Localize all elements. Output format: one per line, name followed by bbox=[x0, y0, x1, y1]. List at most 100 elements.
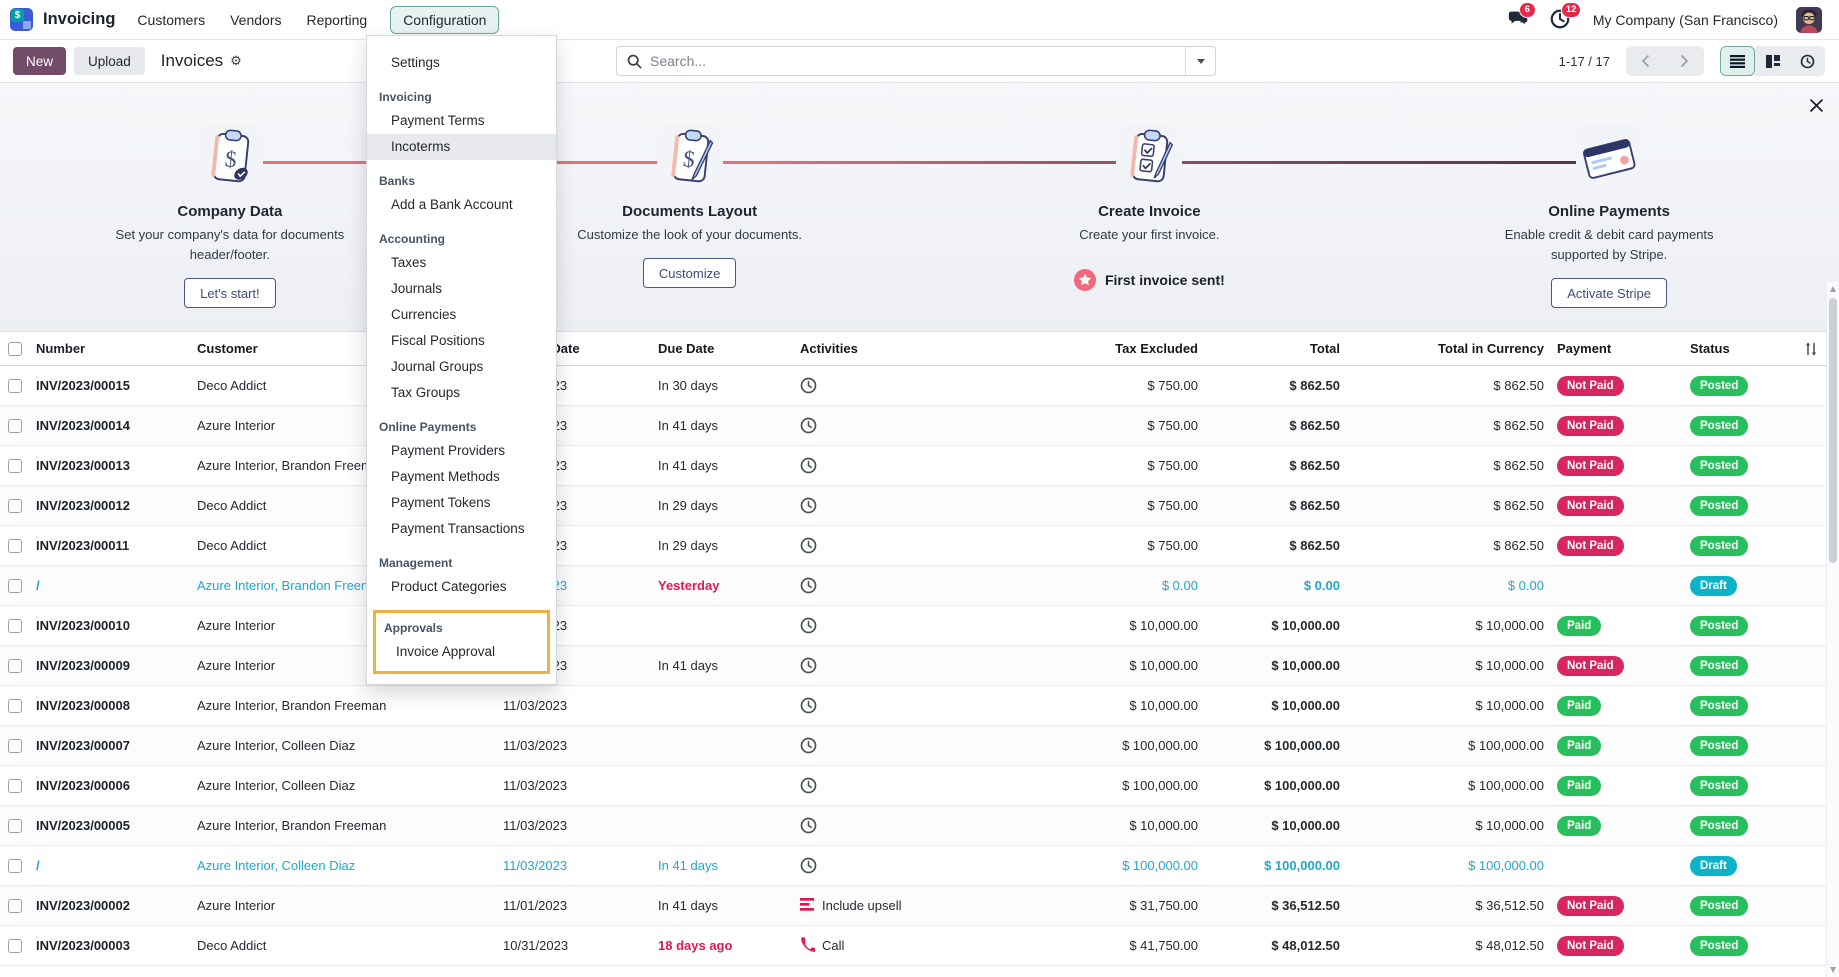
row-checkbox[interactable] bbox=[8, 939, 22, 953]
scrollbar-thumb[interactable] bbox=[1829, 298, 1837, 563]
invoice-row-inv-2023-00011[interactable]: INV/2023/00011Deco Addict11/03/2023In 29… bbox=[0, 526, 1839, 566]
column-header-number[interactable]: Number bbox=[30, 341, 190, 356]
activity-clock-icon[interactable] bbox=[800, 577, 817, 594]
invoice-row-inv-2023-00014[interactable]: INV/2023/00014Azure Interior11/03/2023In… bbox=[0, 406, 1839, 446]
nav-item-customers[interactable]: Customers bbox=[135, 7, 207, 33]
row-checkbox[interactable] bbox=[8, 379, 22, 393]
activity-upsell-icon[interactable] bbox=[800, 898, 815, 914]
row-checkbox[interactable] bbox=[8, 699, 22, 713]
column-header-payment[interactable]: Payment bbox=[1550, 341, 1685, 356]
user-avatar[interactable] bbox=[1796, 7, 1822, 33]
row-checkbox[interactable] bbox=[8, 659, 22, 673]
activity-clock-icon[interactable] bbox=[800, 537, 817, 554]
activity-clock-icon[interactable] bbox=[800, 377, 817, 394]
menu-item-payment-methods[interactable]: Payment Methods bbox=[367, 464, 556, 490]
messages-button[interactable]: 6 bbox=[1507, 8, 1531, 32]
invoice-row-inv-2023-00010[interactable]: INV/2023/00010Azure Interior11/03/2023$ … bbox=[0, 606, 1839, 646]
column-header-tax-excluded[interactable]: Tax Excluded bbox=[1010, 341, 1205, 356]
scroll-down-arrow[interactable] bbox=[1830, 967, 1836, 973]
row-checkbox[interactable] bbox=[8, 819, 22, 833]
activity-clock-icon[interactable] bbox=[800, 817, 817, 834]
column-header-due-date[interactable]: Due Date bbox=[600, 341, 750, 356]
menu-item-currencies[interactable]: Currencies bbox=[367, 302, 556, 328]
banner-close-button[interactable] bbox=[1806, 95, 1826, 115]
activity-clock-icon[interactable] bbox=[800, 497, 817, 514]
menu-item-payment-terms[interactable]: Payment Terms bbox=[367, 108, 556, 134]
invoicing-app-icon[interactable]: $ bbox=[10, 8, 33, 31]
invoice-row-inv-2023-00003[interactable]: INV/2023/00003Deco Addict10/31/202318 da… bbox=[0, 926, 1839, 966]
column-header-total-in-currency[interactable]: Total in Currency bbox=[1345, 341, 1550, 356]
menu-item-add-a-bank-account[interactable]: Add a Bank Account bbox=[367, 192, 556, 218]
row-checkbox[interactable] bbox=[8, 899, 22, 913]
pager-next-button[interactable] bbox=[1665, 46, 1704, 76]
online-payments-button[interactable]: Activate Stripe bbox=[1551, 278, 1667, 308]
kanban-view-button[interactable] bbox=[1755, 46, 1790, 76]
select-all-checkbox[interactable] bbox=[8, 342, 22, 356]
search-bar[interactable] bbox=[616, 46, 1216, 76]
activity-view-button[interactable] bbox=[1790, 46, 1825, 76]
scroll-up-arrow[interactable] bbox=[1830, 286, 1836, 292]
pager-previous-button[interactable] bbox=[1626, 46, 1665, 76]
activity-clock-icon[interactable] bbox=[800, 457, 817, 474]
invoice-row-inv-2023-00002[interactable]: INV/2023/00002Azure Interior11/01/2023In… bbox=[0, 886, 1839, 926]
invoice-row-inv-2023-00008[interactable]: INV/2023/00008Azure Interior, Brandon Fr… bbox=[0, 686, 1839, 726]
activity-clock-icon[interactable] bbox=[800, 617, 817, 634]
invoice-row-draft-12[interactable]: /Azure Interior, Colleen Diaz11/03/2023I… bbox=[0, 846, 1839, 886]
invoice-row-draft-5[interactable]: /Azure Interior, Brandon Freeman11/03/20… bbox=[0, 566, 1839, 606]
row-checkbox[interactable] bbox=[8, 779, 22, 793]
invoice-row-inv-2023-00005[interactable]: INV/2023/00005Azure Interior, Brandon Fr… bbox=[0, 806, 1839, 846]
menu-item-product-categories[interactable]: Product Categories bbox=[367, 574, 556, 600]
invoice-row-inv-2023-00007[interactable]: INV/2023/00007Azure Interior, Colleen Di… bbox=[0, 726, 1839, 766]
column-header-activities[interactable]: Activities bbox=[750, 341, 1010, 356]
activity-clock-icon[interactable] bbox=[800, 697, 817, 714]
menu-item-journal-groups[interactable]: Journal Groups bbox=[367, 354, 556, 380]
activity-clock-icon[interactable] bbox=[800, 657, 817, 674]
menu-item-fiscal-positions[interactable]: Fiscal Positions bbox=[367, 328, 556, 354]
upload-button[interactable]: Upload bbox=[74, 47, 145, 75]
menu-item-payment-transactions[interactable]: Payment Transactions bbox=[367, 516, 556, 542]
list-view-button[interactable] bbox=[1720, 46, 1755, 76]
menu-item-tax-groups[interactable]: Tax Groups bbox=[367, 380, 556, 406]
activities-button[interactable]: 12 bbox=[1549, 8, 1573, 32]
activity-clock-icon[interactable] bbox=[800, 417, 817, 434]
row-checkbox[interactable] bbox=[8, 739, 22, 753]
documents-layout-button[interactable]: Customize bbox=[643, 258, 736, 288]
vertical-scrollbar[interactable] bbox=[1826, 282, 1839, 977]
company-switcher[interactable]: My Company (San Francisco) bbox=[1593, 12, 1778, 28]
row-checkbox[interactable] bbox=[8, 579, 22, 593]
menu-item-payment-tokens[interactable]: Payment Tokens bbox=[367, 490, 556, 516]
row-checkbox[interactable] bbox=[8, 539, 22, 553]
invoice-row-inv-2023-00009[interactable]: INV/2023/00009Azure Interior11/03/2023In… bbox=[0, 646, 1839, 686]
menu-item-journals[interactable]: Journals bbox=[367, 276, 556, 302]
nav-item-reporting[interactable]: Reporting bbox=[304, 7, 369, 33]
row-checkbox[interactable] bbox=[8, 419, 22, 433]
company-data-button[interactable]: Let's start! bbox=[184, 278, 276, 308]
row-checkbox[interactable] bbox=[8, 859, 22, 873]
invoice-row-inv-2023-00012[interactable]: INV/2023/00012Deco Addict11/03/2023In 29… bbox=[0, 486, 1839, 526]
nav-item-configuration[interactable]: Configuration bbox=[390, 6, 499, 34]
row-checkbox[interactable] bbox=[8, 459, 22, 473]
activity-clock-icon[interactable] bbox=[800, 737, 817, 754]
search-input[interactable] bbox=[650, 53, 1185, 69]
menu-item-payment-providers[interactable]: Payment Providers bbox=[367, 438, 556, 464]
invoice-row-inv-2023-00013[interactable]: INV/2023/00013Azure Interior, Brandon Fr… bbox=[0, 446, 1839, 486]
invoice-row-inv-2023-00006[interactable]: INV/2023/00006Azure Interior, Colleen Di… bbox=[0, 766, 1839, 806]
menu-item-incoterms[interactable]: Incoterms bbox=[367, 134, 556, 160]
nav-item-vendors[interactable]: Vendors bbox=[228, 7, 283, 33]
menu-item-invoice-approval[interactable]: Invoice Approval bbox=[376, 639, 547, 665]
row-checkbox[interactable] bbox=[8, 499, 22, 513]
action-gear-icon[interactable]: ⚙ bbox=[230, 53, 242, 69]
activity-clock-icon[interactable] bbox=[800, 857, 817, 874]
activity-call-icon[interactable] bbox=[800, 937, 815, 955]
new-button[interactable]: New bbox=[13, 47, 66, 75]
column-header-status[interactable]: Status bbox=[1685, 341, 1795, 356]
row-checkbox[interactable] bbox=[8, 619, 22, 633]
search-dropdown-toggle[interactable] bbox=[1185, 47, 1215, 75]
column-header-total[interactable]: Total bbox=[1205, 341, 1345, 356]
menu-item-settings[interactable]: Settings bbox=[367, 50, 556, 76]
menu-item-taxes[interactable]: Taxes bbox=[367, 250, 556, 276]
optional-columns-button[interactable] bbox=[1795, 342, 1827, 356]
app-name[interactable]: Invoicing bbox=[43, 10, 115, 29]
activity-clock-icon[interactable] bbox=[800, 777, 817, 794]
invoice-row-inv-2023-00015[interactable]: INV/2023/00015Deco Addict11/03/2023In 30… bbox=[0, 366, 1839, 406]
